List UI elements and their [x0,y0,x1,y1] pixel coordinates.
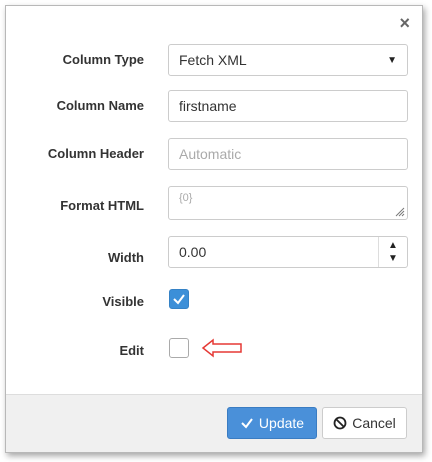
cancel-button[interactable]: Cancel [322,407,407,439]
format-html-textarea[interactable]: {0} [168,186,408,220]
column-name-input[interactable]: firstname [168,90,408,122]
column-settings-dialog: × Column Type Fetch XML ▼ Column Name fi… [5,5,423,453]
column-name-value: firstname [179,98,237,114]
ban-icon [333,416,347,430]
format-html-label: Format HTML [60,198,144,213]
edit-checkbox[interactable] [169,338,189,358]
column-type-select[interactable]: Fetch XML ▼ [168,44,408,76]
close-icon[interactable]: × [399,14,410,32]
edit-label: Edit [119,343,144,358]
column-header-input[interactable]: Automatic [168,138,408,170]
format-html-placeholder: {0} [179,192,193,204]
width-number-input[interactable]: 0.00 ▲ ▼ [168,236,408,268]
spin-down-icon[interactable]: ▼ [388,253,398,264]
width-value: 0.00 [179,244,207,260]
column-name-row: Column Name firstname [6,90,422,122]
dialog-footer: Update Cancel [6,394,422,452]
update-button[interactable]: Update [227,407,317,439]
spin-up-icon[interactable]: ▲ [388,240,398,251]
visible-label: Visible [102,294,144,309]
chevron-down-icon: ▼ [387,55,397,66]
resize-handle-icon[interactable] [395,207,405,217]
update-button-label: Update [258,415,305,431]
visible-checkbox[interactable] [169,289,189,309]
format-html-row: Format HTML {0} [6,186,422,220]
column-name-label: Column Name [56,98,144,113]
column-header-row: Column Header Automatic [6,138,422,170]
width-label: Width [108,250,144,265]
width-spinner[interactable]: ▲ ▼ [378,237,407,267]
width-row: Width 0.00 ▲ ▼ [6,236,422,268]
check-icon [241,418,253,429]
cancel-button-label: Cancel [352,415,396,431]
annotation-arrow-icon [201,338,242,358]
checkmark-icon [173,294,185,305]
column-type-label: Column Type [62,52,144,67]
visible-row: Visible [6,289,422,309]
column-type-row: Column Type Fetch XML ▼ [6,44,422,76]
column-type-value: Fetch XML [179,52,247,68]
column-header-placeholder: Automatic [179,146,242,162]
column-header-label: Column Header [47,146,144,161]
edit-row: Edit [6,338,422,358]
